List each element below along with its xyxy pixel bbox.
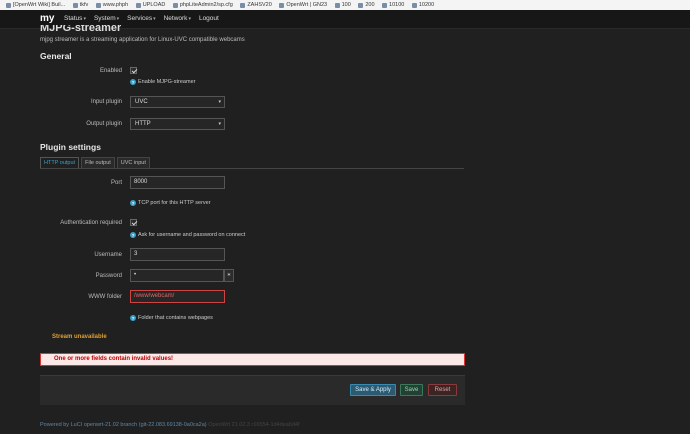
bookmark-icon	[135, 2, 141, 8]
chevron-down-icon: ▾	[153, 16, 156, 22]
output-plugin-label: Output plugin	[86, 121, 122, 127]
bookmark-icon	[334, 2, 340, 8]
username-label: Username	[94, 252, 122, 258]
chevron-down-icon: ▾	[188, 16, 191, 22]
output-plugin-select[interactable]: HTTP ▾	[130, 118, 225, 130]
bookmark[interactable]: 10100	[382, 0, 404, 10]
menu-logout[interactable]: Logout	[199, 15, 219, 22]
page-footer: Powered by LuCI openwrt-21.02 branch (gi…	[40, 422, 300, 428]
auth-required-label: Authentication required	[60, 220, 122, 226]
bookmark[interactable]: ZAHSV20	[240, 0, 272, 10]
bookmark-icon	[382, 2, 388, 8]
www-folder-label: WWW folder	[88, 294, 122, 300]
bookmarks-bar: [OpenWrt Wiki] Buil... tkfv www.phph UPL…	[0, 0, 690, 10]
port-input[interactable]: 8000	[130, 176, 225, 189]
stream-status: Stream unavailable	[52, 334, 107, 340]
port-help: ? TCP port for this HTTP server	[130, 200, 211, 206]
bookmark-icon	[172, 2, 178, 8]
menu-services[interactable]: Services▾	[127, 15, 155, 22]
tab-divider	[40, 168, 464, 169]
bookmark[interactable]: tkfv	[72, 0, 88, 10]
plugin-tabs: HTTP output File output UVC input	[40, 157, 150, 168]
enabled-label: Enabled	[99, 68, 122, 74]
bookmark-icon	[6, 2, 11, 8]
save-button[interactable]: Save	[400, 384, 423, 396]
bookmark-icon	[358, 2, 364, 8]
tab-http-output[interactable]: HTTP output	[40, 157, 80, 168]
bookmark[interactable]: 200	[358, 0, 375, 10]
password-reveal-button[interactable]: ∗	[224, 269, 234, 282]
bookmark[interactable]: phpLiteAdmin2/sp.cfg	[172, 0, 233, 10]
auth-required-checkbox[interactable]	[130, 219, 137, 226]
bookmark-icon	[240, 2, 246, 8]
input-plugin-label: Input plugin	[90, 99, 122, 105]
bookmark[interactable]: UPLOAD	[135, 0, 165, 10]
bookmark[interactable]: www.phph	[95, 0, 128, 10]
input-plugin-select[interactable]: UVC ▾	[130, 96, 225, 108]
help-icon: ?	[130, 79, 136, 85]
footer-version: OpenWrt 21.02.3 r16554-1d4dea6d4f	[208, 422, 300, 428]
validation-alert: One or more fields contain invalid value…	[40, 353, 465, 366]
enabled-help: ? Enable MJPG-streamer	[130, 79, 196, 85]
page-title: MJPG-streamer	[40, 25, 122, 34]
reset-button[interactable]: Reset	[428, 384, 457, 396]
port-label: Port	[110, 180, 122, 186]
bookmark-icon	[411, 2, 417, 8]
www-folder-help: ? Folder that contains webpages	[130, 315, 213, 321]
page-description: mjpg streamer is a streaming application…	[40, 37, 245, 43]
bookmark[interactable]: 10200	[411, 0, 434, 10]
main-menu: Status▾ System▾ Services▾ Network▾ Logou…	[64, 15, 219, 22]
enabled-checkbox[interactable]	[130, 67, 137, 74]
chevron-down-icon: ▾	[83, 16, 86, 22]
help-icon: ?	[130, 200, 136, 206]
bookmark-icon	[72, 2, 78, 8]
auth-help: ? Ask for username and password on connec…	[130, 232, 246, 238]
password-label: Password	[95, 273, 122, 279]
menu-system[interactable]: System▾	[94, 15, 119, 22]
www-folder-input[interactable]: /www/webcam/	[130, 290, 225, 303]
help-icon: ?	[130, 232, 136, 238]
chevron-down-icon: ▾	[218, 99, 221, 105]
save-apply-button[interactable]: Save & Apply	[350, 384, 396, 396]
brand-logo[interactable]: my	[40, 13, 54, 24]
chevron-down-icon: ▾	[116, 16, 120, 22]
bookmark[interactable]: 100	[334, 0, 351, 10]
bookmark-icon	[95, 2, 101, 8]
form-actions: Save & Apply Save Reset	[40, 375, 465, 405]
menu-network[interactable]: Network▾	[164, 15, 191, 22]
menu-status[interactable]: Status▾	[64, 15, 86, 22]
chevron-down-icon: ▾	[218, 121, 221, 127]
help-icon: ?	[130, 315, 136, 321]
bookmark[interactable]: OpenWrt | GN23	[279, 0, 327, 10]
bookmark[interactable]: [OpenWrt Wiki] Buil...	[6, 0, 65, 10]
section-heading-plugin-settings: Plugin settings	[40, 142, 101, 152]
username-input[interactable]: 3	[130, 248, 225, 261]
section-heading-general: General	[40, 51, 72, 61]
bookmark-icon	[279, 2, 285, 8]
footer-powered-link[interactable]: Powered by LuCI openwrt-21.02 branch (gi…	[40, 422, 207, 428]
password-input[interactable]: •	[130, 269, 224, 282]
tab-uvc-input[interactable]: UVC input	[116, 157, 150, 168]
tab-file-output[interactable]: File output	[81, 157, 115, 168]
